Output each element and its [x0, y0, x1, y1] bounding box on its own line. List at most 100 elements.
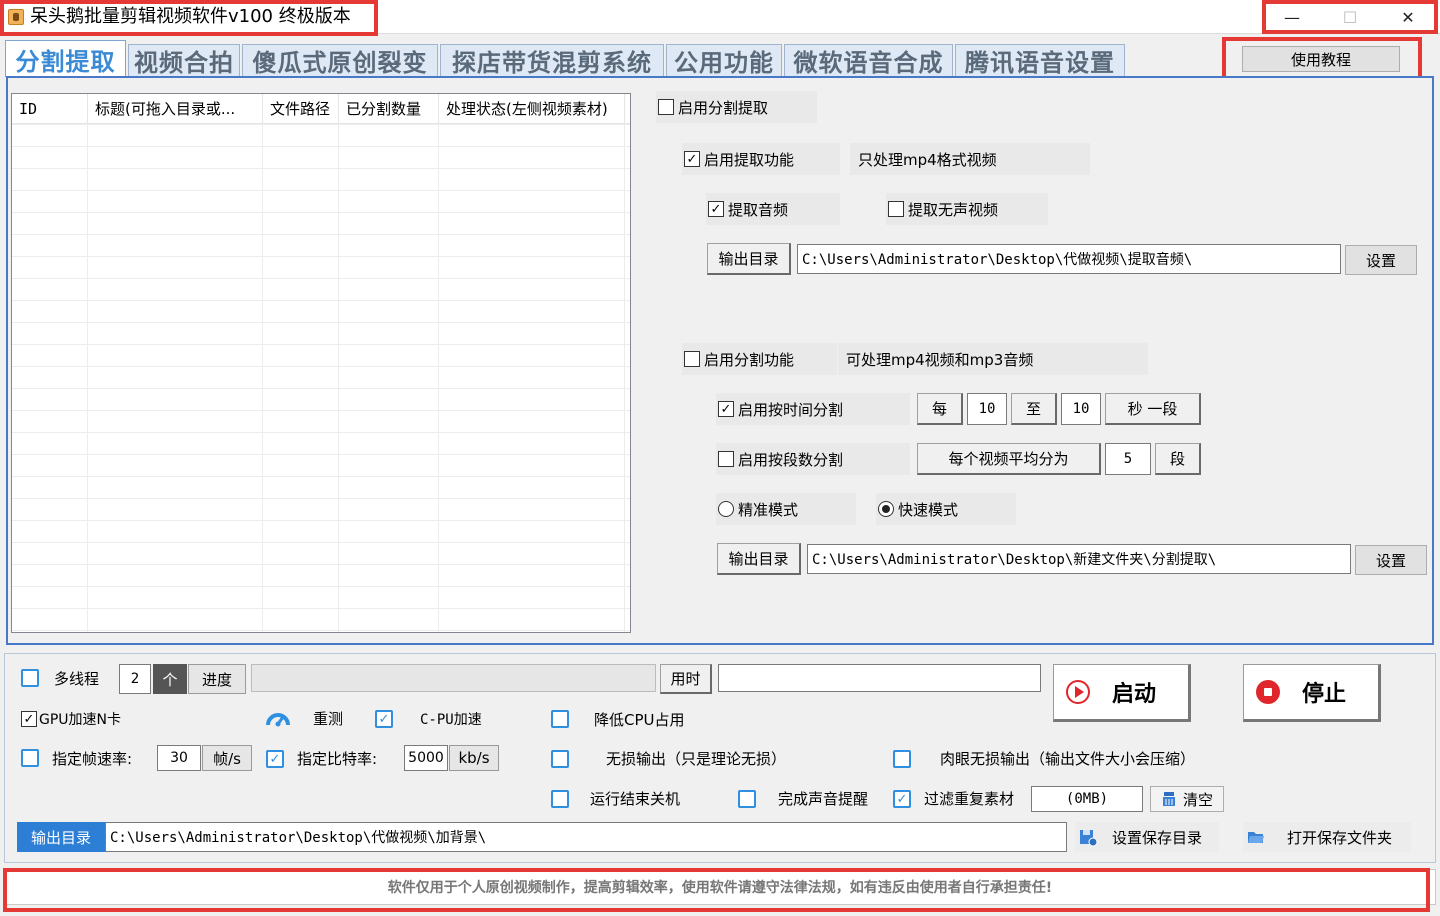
status-bar: 软件仅用于个人原创视频制作，提高剪辑效率，使用软件请遵守法律法规，如有违反由使用… — [4, 869, 1436, 905]
checked-icon: ✓ — [21, 711, 37, 727]
reduce-cpu-label: 降低CPU占用 — [594, 711, 685, 729]
maximize-button[interactable]: ☐ — [1321, 0, 1379, 34]
tutorial-button[interactable]: 使用教程 — [1242, 46, 1400, 72]
segment-unit-label: 段 — [1155, 443, 1201, 475]
fps-unit-label: 帧/s — [202, 745, 252, 771]
segment-count-input[interactable]: 5 — [1105, 443, 1151, 475]
extract-audio-checkbox[interactable]: ✓ 提取音频 — [706, 193, 840, 225]
fps-input[interactable]: 30 — [157, 745, 201, 771]
retest-label[interactable]: 重测 — [313, 708, 343, 729]
minimize-button[interactable]: — — [1263, 0, 1321, 34]
start-button[interactable]: 启动 — [1053, 664, 1191, 722]
specify-bitrate-checkbox[interactable]: ✓ — [266, 750, 284, 768]
cpu-accel-checkbox[interactable]: ✓ — [375, 710, 393, 728]
seconds-segment-label: 秒 一段 — [1105, 393, 1201, 425]
tab-split-extract[interactable]: 分割提取 — [5, 40, 126, 77]
visual-lossless-checkbox[interactable] — [893, 750, 911, 768]
lossless-checkbox[interactable] — [551, 750, 569, 768]
multithread-checkbox[interactable] — [21, 669, 39, 687]
bitrate-unit-label: kb/s — [449, 745, 499, 771]
shutdown-checkbox[interactable] — [551, 790, 569, 808]
checkbox-box — [718, 451, 734, 467]
broom-icon — [1162, 792, 1175, 806]
time-used-field — [718, 664, 1041, 692]
cpu-accel-label: C-PU加速 — [420, 712, 482, 728]
col-title[interactable]: 标题(可拖入目录或... — [88, 94, 263, 124]
split-output-path-input[interactable]: C:\Users\Administrator\Desktop\新建文件夹\分割提… — [807, 544, 1351, 574]
tab-ms-tts[interactable]: 微软语音合成 — [784, 44, 953, 77]
bottom-output-dir-label: 输出目录 — [17, 822, 105, 852]
speedometer-icon[interactable] — [265, 707, 291, 729]
stop-button[interactable]: 停止 — [1243, 664, 1381, 722]
checkbox-box — [658, 99, 674, 115]
window-title: 呆头鹅批量剪辑视频软件v100 终极版本 — [30, 6, 351, 27]
tab-common-functions[interactable]: 公用功能 — [666, 44, 782, 77]
close-button[interactable]: ✕ — [1379, 0, 1437, 34]
extract-output-dir-button[interactable]: 输出目录 — [707, 243, 791, 275]
progress-label: 进度 — [188, 664, 246, 694]
bottom-output-path-input[interactable]: C:\Users\Administrator\Desktop\代做视频\加背景\ — [105, 822, 1067, 852]
split-by-count-checkbox[interactable]: 启用按段数分割 — [716, 443, 910, 475]
enable-split-checkbox[interactable]: 启用分割功能 — [682, 343, 837, 375]
precise-mode-radio[interactable]: 精准模式 — [716, 493, 856, 525]
extract-output-path-input[interactable]: C:\Users\Administrator\Desktop\代做视频\提取音频… — [797, 244, 1341, 274]
reduce-cpu-checkbox[interactable] — [551, 710, 569, 728]
to-label: 至 — [1011, 393, 1057, 425]
tab-store-mix[interactable]: 探店带货混剪系统 — [440, 44, 664, 77]
col-split-count[interactable]: 已分割数量 — [339, 94, 439, 124]
sound-alert-label: 完成声音提醒 — [778, 790, 869, 808]
lossless-label: 无损输出（只是理论无损） — [606, 750, 787, 768]
progress-bar — [251, 664, 656, 692]
thread-count-input[interactable]: 2 — [119, 664, 151, 694]
col-path[interactable]: 文件路径 — [263, 94, 339, 124]
specify-fps-checkbox[interactable] — [21, 749, 39, 767]
tab-original-fission[interactable]: 傻瓜式原创裂变 — [242, 44, 438, 77]
save-dir-icon — [1080, 830, 1098, 847]
filter-duplicates-label: 过滤重复素材 — [924, 790, 1015, 808]
dup-size-field: (0MB) — [1031, 786, 1143, 812]
enable-extract-checkbox[interactable]: ✓ 启用提取功能 — [682, 143, 840, 175]
clear-button[interactable]: 清空 — [1150, 786, 1224, 812]
avg-split-label: 每个视频平均分为 — [917, 443, 1101, 475]
app-icon — [8, 9, 24, 25]
folder-open-icon — [1248, 832, 1264, 843]
list-body[interactable] — [12, 124, 630, 632]
set-save-dir-button[interactable]: 设置保存目录 — [1075, 822, 1219, 852]
col-status[interactable]: 处理状态(左侧视频素材) — [439, 94, 625, 124]
thread-unit-label: 个 — [153, 664, 187, 694]
tab-video-duet[interactable]: 视频合拍 — [128, 44, 240, 77]
filter-duplicates-checkbox[interactable]: ✓ — [893, 790, 911, 808]
extract-note: 只处理mp4格式视频 — [850, 143, 1090, 175]
split-note: 可处理mp4视频和mp3音频 — [838, 343, 1148, 375]
checked-icon: ✓ — [718, 401, 734, 417]
play-icon — [1066, 680, 1090, 704]
split-set-button[interactable]: 设置 — [1355, 545, 1427, 575]
time-to-input[interactable]: 10 — [1061, 393, 1101, 425]
tab-tencent-tts[interactable]: 腾讯语音设置 — [955, 44, 1125, 77]
time-from-input[interactable]: 10 — [967, 393, 1007, 425]
checkbox-box — [684, 351, 700, 367]
stop-icon — [1256, 680, 1280, 704]
open-save-folder-button[interactable]: 打开保存文件夹 — [1243, 822, 1411, 852]
every-label: 每 — [917, 393, 963, 425]
enable-split-extract-checkbox[interactable]: 启用分割提取 — [656, 91, 817, 123]
file-list[interactable]: ID 标题(可拖入目录或... 文件路径 已分割数量 处理状态(左侧视频素材) — [11, 93, 631, 633]
radio-on-icon — [878, 501, 894, 517]
radio-off-icon — [718, 501, 734, 517]
extract-silent-checkbox[interactable]: 提取无声视频 — [886, 193, 1048, 225]
extract-set-button[interactable]: 设置 — [1345, 245, 1417, 275]
split-output-dir-button[interactable]: 输出目录 — [717, 543, 801, 575]
checkbox-box — [888, 201, 904, 217]
specify-fps-label: 指定帧速率: — [52, 750, 133, 768]
fast-mode-radio[interactable]: 快速模式 — [876, 493, 1016, 525]
multithread-label: 多线程 — [54, 670, 100, 688]
time-used-label: 用时 — [660, 664, 712, 694]
visual-lossless-label: 肉眼无损输出（输出文件大小会压缩） — [940, 750, 1196, 768]
sound-alert-checkbox[interactable] — [738, 790, 756, 808]
split-by-time-checkbox[interactable]: ✓ 启用按时间分割 — [716, 393, 910, 425]
bitrate-input[interactable]: 5000 — [404, 745, 448, 771]
shutdown-label: 运行结束关机 — [590, 790, 681, 808]
checked-icon: ✓ — [708, 201, 724, 217]
col-id[interactable]: ID — [12, 94, 88, 124]
gpu-accel-checkbox[interactable]: ✓ GPU加速N卡 — [21, 709, 121, 729]
